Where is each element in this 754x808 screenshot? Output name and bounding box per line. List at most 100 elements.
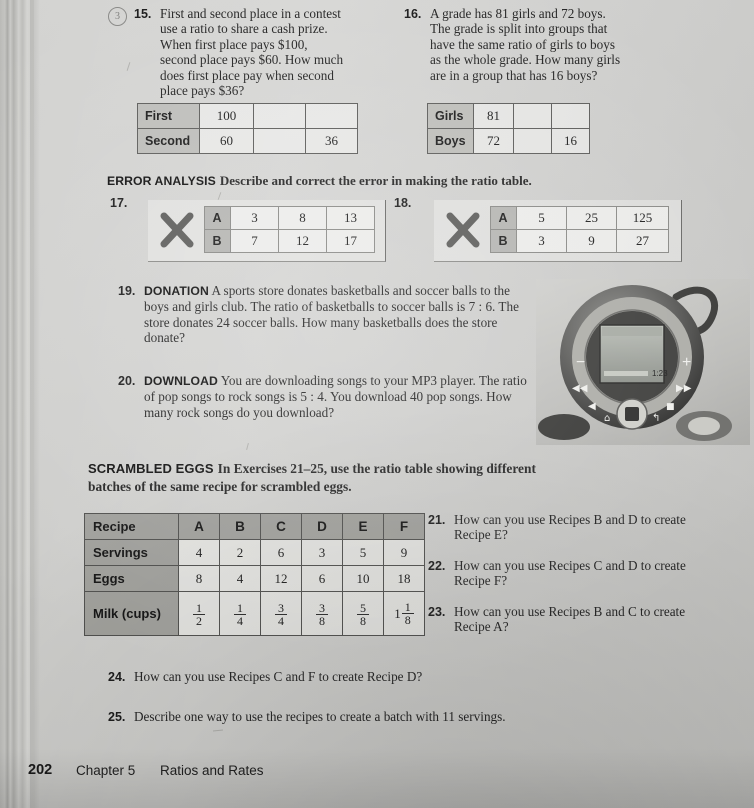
table-cell: 5 <box>516 206 567 230</box>
exercise-21: 21. How can you use Recipes B and D to c… <box>428 512 708 543</box>
exercise-18-card: A 5 25 125 B 3 9 27 <box>434 200 682 262</box>
recipe-column-e: E <box>342 513 384 540</box>
page-number: 202 <box>28 762 53 778</box>
table-cell: 25 <box>566 206 617 230</box>
exercise-20-text: DOWNLOAD You are downloading songs to yo… <box>144 373 538 420</box>
x-mark-icon <box>446 212 480 247</box>
table-row: Boys 72 16 <box>427 128 590 154</box>
home-button: ⌂ <box>604 413 610 424</box>
page-footer: 202 Chapter 5 Ratios and Rates <box>0 758 754 792</box>
exercise-21-number: 21. <box>428 513 446 527</box>
exercise-15: 15. First and second place in a contest … <box>134 6 346 98</box>
stray-mark <box>217 192 222 200</box>
table-cell: 58 <box>342 591 384 636</box>
table-cell <box>253 128 306 154</box>
rewind-button: ◀◀ <box>572 383 588 394</box>
exercise-24-text: How can you use Recipes C and F to creat… <box>134 669 423 684</box>
reference-circle-label: 3 <box>115 11 120 22</box>
back-button: ↰ <box>652 413 660 424</box>
table-cell: 36 <box>305 128 358 154</box>
exercise-23: 23. How can you use Recipes B and C to c… <box>428 604 708 635</box>
exercise-19-text: DONATION A sports store donates basketba… <box>144 283 538 346</box>
exercise-16-table: Girls 81 Boys 72 16 <box>427 103 590 154</box>
table-cell: 3 <box>301 539 343 566</box>
table-cell: 16 <box>551 128 590 154</box>
table-cell: 6 <box>260 539 302 566</box>
screen-time-label: 1:23 <box>652 369 668 378</box>
table-row: A 5 25 125 <box>490 206 669 230</box>
recipe-column-c: C <box>260 513 302 540</box>
table-row: B 3 9 27 <box>490 229 669 253</box>
table-cell: 100 <box>199 103 254 129</box>
row-label: A <box>204 206 231 230</box>
exercise-20-number: 20. <box>118 374 136 388</box>
row-label: First <box>137 103 200 129</box>
exercise-19-label: DONATION <box>144 284 209 298</box>
exercise-23-number: 23. <box>428 605 446 619</box>
plus-button: + <box>682 354 691 371</box>
row-label: Servings <box>84 539 179 566</box>
progress-bar <box>604 371 648 376</box>
chapter-label: Chapter 5 <box>76 763 136 778</box>
table-cell: 5 <box>342 539 384 566</box>
row-label: A <box>490 206 517 230</box>
error-analysis-heading: ERROR ANALYSIS Describe and correct the … <box>107 172 647 190</box>
exercise-23-text: How can you use Recipes B and C to creat… <box>454 604 686 635</box>
mp3-player-illustration: 1:23 − + ◀◀ ▶▶ ◀ ■ ⌂ ↰ <box>538 285 732 441</box>
table-cell: 9 <box>566 229 617 253</box>
table-cell: 81 <box>473 103 514 129</box>
table-cell: 125 <box>616 206 669 230</box>
table-row: Girls 81 <box>427 103 590 129</box>
stop-button: ■ <box>666 402 675 412</box>
table-cell: 6 <box>301 565 343 592</box>
row-label: B <box>490 229 517 253</box>
exercise-19: 19. DONATION A sports store donates bask… <box>118 283 538 346</box>
table-row: B 7 12 17 <box>204 229 375 253</box>
scrambled-eggs-heading: SCRAMBLED EGGS In Exercises 21–25, use t… <box>88 460 558 496</box>
exercise-24: 24. How can you use Recipes C and F to c… <box>108 669 688 684</box>
table-cell: 3 <box>230 206 279 230</box>
table-cell: 8 <box>278 206 327 230</box>
table-cell: 18 <box>383 565 425 592</box>
exercise-16-number: 16. <box>404 7 422 21</box>
table-cell: 60 <box>199 128 254 154</box>
table-cell: 10 <box>342 565 384 592</box>
error-analysis-instruction: Describe and correct the error in making… <box>219 173 532 188</box>
table-cell: 12 <box>278 229 327 253</box>
exercise-15-text: First and second place in a contest use … <box>160 6 344 99</box>
table-cell: 2 <box>219 539 261 566</box>
x-mark-icon <box>160 212 194 247</box>
row-label: Milk (cups) <box>84 591 179 636</box>
minus-button: − <box>576 354 585 371</box>
table-row: Second 60 36 <box>137 128 358 154</box>
row-label: Boys <box>427 128 474 154</box>
exercise-15-table: First 100 Second 60 36 <box>137 103 358 154</box>
stray-mark <box>246 442 249 451</box>
row-label: B <box>204 229 231 253</box>
table-row: A 3 8 13 <box>204 206 375 230</box>
recipe-column-a: A <box>178 513 220 540</box>
exercise-18-table: A 5 25 125 B 3 9 27 <box>490 206 669 253</box>
exercise-15-number: 15. <box>134 7 152 21</box>
exercise-22: 22. How can you use Recipes C and D to c… <box>428 558 708 589</box>
table-row: First 100 <box>137 103 358 129</box>
table-cell: 4 <box>219 565 261 592</box>
exercise-16-text: A grade has 81 girls and 72 boys. The gr… <box>430 6 621 83</box>
table-row-eggs: Eggs 8 4 12 6 10 18 <box>84 565 425 592</box>
exercise-18-number: 18. <box>394 196 412 210</box>
exercise-25-text: Describe one way to use the recipes to c… <box>134 709 506 724</box>
error-analysis-label: ERROR ANALYSIS <box>107 174 216 188</box>
exercise-17-table: A 3 8 13 B 7 12 17 <box>204 206 375 253</box>
row-label: Second <box>137 128 200 154</box>
reference-circle-icon: 3 <box>108 7 127 26</box>
table-cell: 12 <box>178 591 220 636</box>
exercise-20: 20. DOWNLOAD You are downloading songs t… <box>118 373 538 420</box>
exercise-24-number: 24. <box>108 670 126 684</box>
table-cell: 118 <box>383 591 425 636</box>
mp3-player-photo: 1:23 − + ◀◀ ▶▶ ◀ ■ ⌂ ↰ <box>536 279 750 445</box>
recipe-column-f: F <box>383 513 425 540</box>
table-cell: 13 <box>326 206 375 230</box>
row-label: Eggs <box>84 565 179 592</box>
table-cell <box>551 103 590 129</box>
stray-mark <box>126 62 131 71</box>
